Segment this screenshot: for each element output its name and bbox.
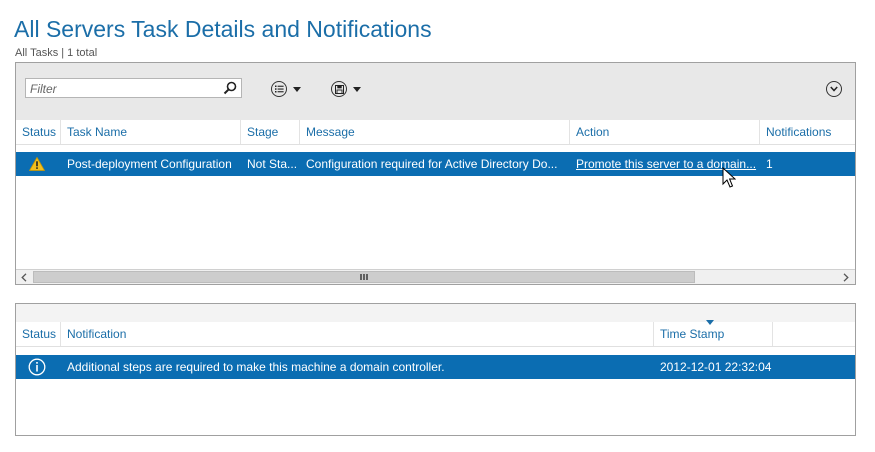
chevron-down-icon bbox=[830, 86, 838, 92]
scroll-right-arrow[interactable] bbox=[838, 270, 853, 284]
sort-descending-icon bbox=[706, 320, 714, 325]
time-stamp-cell: 2012-12-01 22:32:04 bbox=[660, 360, 772, 374]
filter-input[interactable] bbox=[30, 81, 220, 96]
save-query-button[interactable] bbox=[331, 80, 361, 98]
column-header-stage[interactable]: Stage bbox=[241, 120, 300, 144]
notification-text-cell: Additional steps are required to make th… bbox=[67, 360, 445, 374]
info-icon bbox=[28, 358, 46, 376]
chevron-left-icon bbox=[20, 272, 26, 282]
task-name-cell: Post-deployment Configuration bbox=[67, 157, 232, 171]
notification-row[interactable]: Additional steps are required to make th… bbox=[16, 355, 855, 379]
chevron-down-icon bbox=[353, 86, 361, 92]
chevron-right-icon bbox=[843, 272, 849, 282]
column-header-status[interactable]: Status bbox=[16, 322, 61, 346]
tasks-column-header: Status Task Name Stage Message Action No… bbox=[16, 120, 855, 145]
column-header-status[interactable]: Status bbox=[16, 120, 61, 144]
status-cell bbox=[16, 152, 61, 176]
page-title: All Servers Task Details and Notificatio… bbox=[14, 16, 432, 42]
column-header-message[interactable]: Message bbox=[300, 120, 570, 144]
notifications-count-cell: 1 bbox=[766, 157, 773, 171]
column-header-task-name[interactable]: Task Name bbox=[61, 120, 241, 144]
horizontal-scrollbar[interactable] bbox=[16, 269, 855, 284]
column-header-time-stamp-label: Time Stamp bbox=[660, 327, 725, 341]
message-cell: Configuration required for Active Direct… bbox=[306, 157, 558, 171]
list-icon bbox=[271, 81, 287, 97]
notifications-panel: Status Notification Time Stamp Additiona… bbox=[15, 303, 856, 436]
notifications-panel-top bbox=[16, 304, 855, 322]
column-header-action[interactable]: Action bbox=[570, 120, 760, 144]
tasks-toolbar bbox=[16, 63, 855, 120]
view-options-button[interactable] bbox=[271, 80, 301, 98]
notifications-column-header: Status Notification Time Stamp bbox=[16, 320, 855, 347]
warning-icon bbox=[28, 156, 46, 171]
chevron-down-icon bbox=[293, 86, 301, 92]
filter-box[interactable] bbox=[25, 78, 242, 98]
scroll-left-arrow[interactable] bbox=[16, 270, 31, 284]
column-header-notification[interactable]: Notification bbox=[61, 322, 654, 346]
mouse-pointer-icon bbox=[722, 167, 736, 188]
column-header-notifications[interactable]: Notifications bbox=[760, 120, 855, 144]
scroll-thumb[interactable] bbox=[33, 271, 695, 283]
search-icon[interactable] bbox=[223, 81, 237, 95]
collapse-toggle-button[interactable] bbox=[826, 81, 842, 97]
status-cell bbox=[16, 355, 61, 379]
column-header-time-stamp[interactable]: Time Stamp bbox=[654, 320, 773, 346]
stage-cell: Not Sta... bbox=[247, 157, 298, 171]
save-icon bbox=[331, 81, 347, 97]
grip-icon bbox=[360, 274, 368, 280]
task-count-summary: All Tasks | 1 total bbox=[15, 47, 98, 59]
